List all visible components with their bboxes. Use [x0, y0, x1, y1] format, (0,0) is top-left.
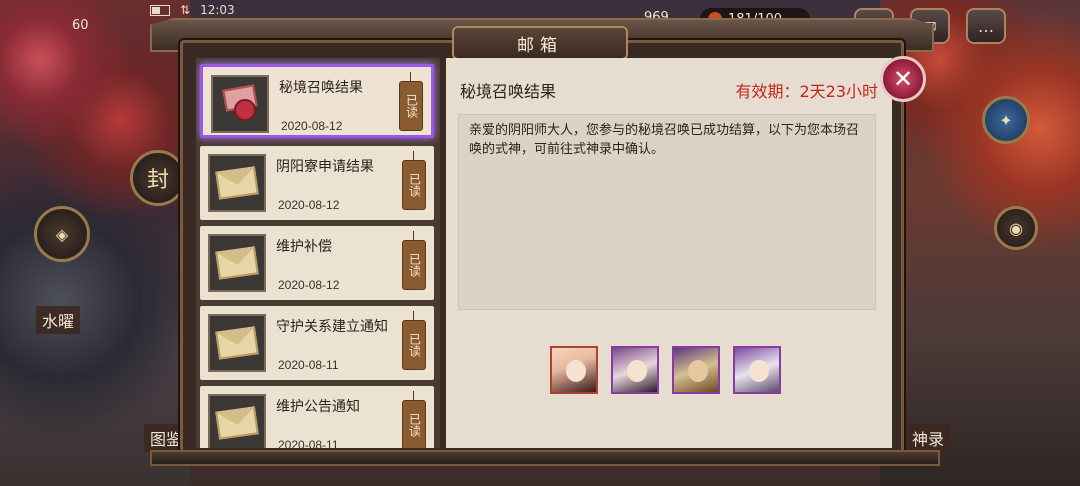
mail-detail-panel: 秘境召唤结果 有效期：2天23小时 亲爱的阴阳师大人，您参与的秘境召唤已成功结算…: [446, 58, 892, 448]
mail-body: 亲爱的阴阳师大人，您参与的秘境召唤已成功结算，以下为您本场召唤的式神，可前往式神…: [458, 114, 876, 310]
side-portrait-icon[interactable]: ◉: [994, 206, 1038, 250]
mail-date: 2020-08-12: [281, 119, 343, 133]
weekday-label: 水曜: [36, 306, 81, 334]
mail-item-maintenance-notice[interactable]: 维护公告通知 2020-08-11 已读: [200, 386, 434, 448]
background-left-scene: [0, 0, 190, 486]
mail-title: 守护关系建立通知: [276, 319, 388, 335]
battery-icon: [150, 4, 170, 16]
envelope-icon: [215, 246, 259, 280]
clock: 12:03: [200, 3, 235, 17]
mail-thumbnail: [211, 75, 269, 133]
mail-item-guild-application[interactable]: 阴阳寮申请结果 2020-08-12 已读: [200, 146, 434, 220]
mail-date: 2020-08-12: [278, 198, 340, 212]
envelope-icon: [215, 406, 259, 440]
modal-title: 邮箱: [452, 26, 628, 60]
read-status-tag: 已读: [399, 72, 423, 131]
event-icon[interactable]: ✦: [982, 96, 1030, 144]
gift-icon: [220, 84, 260, 121]
shikigami-portrait-1[interactable]: [550, 346, 598, 394]
mail-thumbnail: [208, 234, 266, 292]
read-status-tag: 已读: [402, 391, 426, 448]
mail-item-guardian-notice[interactable]: 守护关系建立通知 2020-08-11 已读: [200, 306, 434, 380]
signal-icon: ⇅: [180, 3, 191, 17]
mail-title: 阴阳寮申请结果: [276, 159, 374, 175]
modal-bottom-frame: [150, 450, 940, 466]
mail-title: 维护补偿: [276, 239, 332, 255]
validity-text: 有效期：2天23小时: [735, 82, 878, 101]
close-icon: ✕: [892, 65, 914, 93]
mail-body-text: 亲爱的阴阳师大人，您参与的秘境召唤已成功结算，以下为您本场召唤的式神，可前往式神…: [469, 123, 860, 157]
shikigami-record-label[interactable]: 神录: [906, 424, 951, 452]
read-status-tag: 已读: [402, 231, 426, 290]
mail-date: 2020-08-11: [278, 438, 339, 448]
read-status-tag: 已读: [402, 151, 426, 210]
envelope-icon: [215, 166, 259, 200]
shikigami-portrait-3[interactable]: [672, 346, 720, 394]
player-level: 60: [72, 18, 89, 33]
read-status-tag: 已读: [402, 311, 426, 370]
mail-title: 秘境召唤结果: [279, 80, 363, 96]
mail-date: 2020-08-11: [278, 358, 339, 372]
mail-date: 2020-08-12: [278, 278, 340, 292]
mail-thumbnail: [208, 154, 266, 212]
mail-thumbnail: [208, 394, 266, 448]
envelope-icon: [215, 326, 259, 360]
detail-title: 秘境召唤结果: [460, 82, 557, 101]
mail-item-secret-summon[interactable]: 秘境召唤结果 2020-08-12 已读: [200, 64, 434, 138]
close-button[interactable]: ✕: [880, 56, 926, 102]
seal-badge[interactable]: 封: [130, 150, 186, 206]
shikigami-portrait-2[interactable]: [611, 346, 659, 394]
mail-thumbnail: [208, 314, 266, 372]
shikigami-portrait-4[interactable]: [733, 346, 781, 394]
mail-list[interactable]: 秘境召唤结果 2020-08-12 已读 阴阳寮申请结果 2020-08-12 …: [196, 58, 440, 448]
mail-item-maintenance-compensation[interactable]: 维护补偿 2020-08-12 已读: [200, 226, 434, 300]
mail-title: 维护公告通知: [276, 399, 360, 415]
reward-list: [550, 346, 781, 394]
fox-mask-icon[interactable]: ◈: [34, 206, 90, 262]
chat-button[interactable]: …: [966, 8, 1006, 44]
status-bar: ⇅ 12:03: [150, 0, 235, 20]
